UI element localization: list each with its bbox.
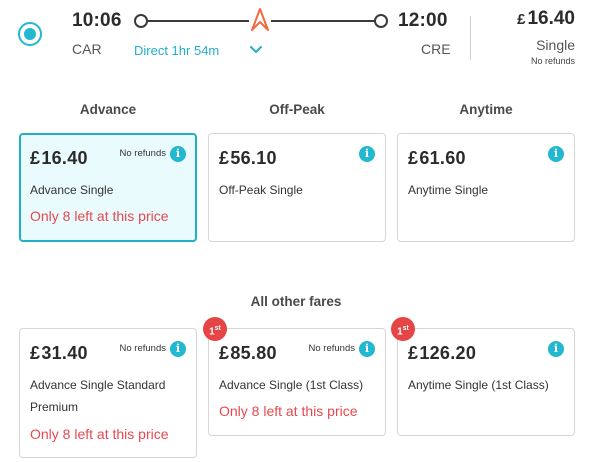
chevron-down-icon[interactable] (249, 45, 263, 55)
other-fares-heading: All other fares (250, 294, 342, 309)
fare-amount: 16.40 (41, 148, 88, 168)
fare-name: Off-Peak Single (219, 183, 303, 197)
fare-amount: 31.40 (41, 343, 88, 363)
selected-price: £16.40 (517, 8, 575, 30)
info-icon[interactable]: i (170, 341, 186, 357)
no-refunds-label: No refunds (308, 343, 355, 354)
journey-timeline (134, 8, 388, 32)
fare-price: £16.40 (30, 148, 88, 169)
fare-name: Advance Single (30, 183, 114, 197)
first-class-badge: 1st (391, 317, 415, 341)
selected-refund-note: No refunds (530, 56, 575, 66)
info-icon[interactable]: i (548, 341, 564, 357)
first-class-badge: 1st (203, 317, 227, 341)
departure-station: CAR (72, 41, 102, 57)
arrival-time: 12:00 (398, 10, 448, 31)
fare-name: Anytime Single (1st Class) (408, 378, 549, 392)
fare-card-advance-single-standard-premium[interactable]: £31.40 No refunds i Advance Single Stand… (19, 328, 197, 458)
selected-ticket-type: Single (536, 37, 575, 53)
no-refunds-label: No refunds (119, 343, 166, 354)
fare-name: Advance Single Standard Premium (30, 378, 166, 414)
fare-card-advance-single-first-class[interactable]: £85.80 No refunds i Advance Single (1st … (208, 328, 386, 436)
column-heading-off-peak: Off-Peak (269, 102, 325, 117)
header-divider (470, 16, 471, 60)
fare-amount: 85.80 (230, 343, 277, 363)
fare-card-advance-single[interactable]: £16.40 No refunds i Advance Single Only … (19, 133, 197, 242)
fare-currency: £ (408, 343, 419, 363)
info-icon[interactable]: i (359, 146, 375, 162)
fare-amount: 126.20 (419, 343, 477, 363)
fare-currency: £ (219, 343, 230, 363)
fare-name: Advance Single (1st Class) (219, 378, 364, 392)
column-heading-advance: Advance (79, 102, 137, 117)
fare-currency: £ (30, 343, 41, 363)
column-heading-anytime: Anytime (459, 102, 513, 117)
fare-currency: £ (219, 148, 230, 168)
availability-warning: Only 8 left at this price (30, 208, 169, 224)
info-icon[interactable]: i (548, 146, 564, 162)
price-currency: £ (517, 11, 526, 28)
no-refunds-label: No refunds (119, 148, 166, 159)
fare-currency: £ (30, 148, 41, 168)
fare-price: £126.20 (408, 343, 476, 364)
fare-price: £85.80 (219, 343, 277, 364)
fare-card-anytime-single-first-class[interactable]: £126.20 i Anytime Single (1st Class) (397, 328, 575, 436)
operator-logo-icon (249, 8, 271, 32)
timeline-end-dot (374, 14, 388, 28)
journey-radio-selected-icon[interactable] (18, 22, 42, 46)
fare-name: Anytime Single (408, 183, 489, 197)
info-icon[interactable]: i (170, 146, 186, 162)
fare-amount: 56.10 (230, 148, 277, 168)
departure-time: 10:06 (72, 10, 122, 31)
info-icon[interactable]: i (359, 341, 375, 357)
fare-price: £56.10 (219, 148, 277, 169)
availability-warning: Only 8 left at this price (219, 403, 358, 419)
fare-card-off-peak-single[interactable]: £56.10 i Off-Peak Single (208, 133, 386, 242)
availability-warning: Only 8 left at this price (30, 426, 169, 442)
fare-price: £31.40 (30, 343, 88, 364)
timeline-start-dot (134, 14, 148, 28)
arrival-station: CRE (421, 41, 451, 57)
fare-card-anytime-single[interactable]: £61.60 i Anytime Single (397, 133, 575, 242)
price-amount: 16.40 (527, 8, 575, 29)
journey-details-toggle[interactable]: Direct 1hr 54m (134, 43, 219, 58)
fare-amount: 61.60 (419, 148, 466, 168)
fare-currency: £ (408, 148, 419, 168)
fare-price: £61.60 (408, 148, 466, 169)
